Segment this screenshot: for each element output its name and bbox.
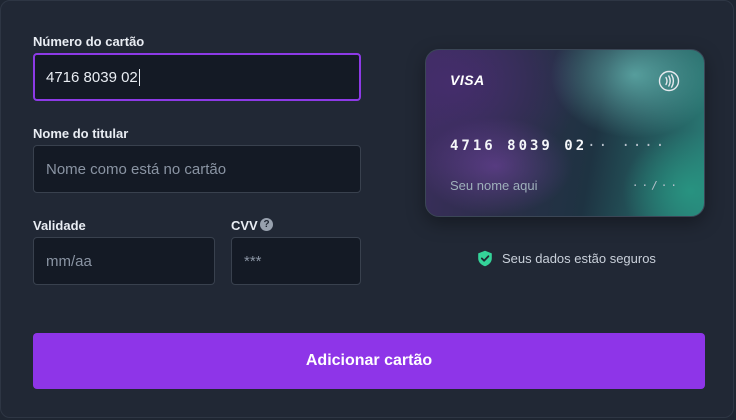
card-preview-holder: Seu nome aqui	[450, 178, 538, 193]
shield-check-icon	[478, 250, 492, 267]
contactless-icon	[658, 70, 680, 92]
text-caret	[138, 68, 140, 86]
card-brand: VISA	[450, 72, 485, 88]
card-number-value: 4716 8039 02	[46, 68, 138, 86]
holder-name-input[interactable]: Nome como está no cartão	[33, 145, 361, 193]
expiry-label: Validade	[33, 218, 86, 233]
card-number-input[interactable]: 4716 8039 02	[33, 53, 361, 101]
card-preview-number: 4716 8039 02·· ····	[450, 138, 667, 154]
cvv-placeholder: ***	[244, 252, 262, 270]
card-number-label: Número do cartão	[33, 34, 145, 49]
holder-name-label: Nome do titular	[33, 126, 129, 141]
security-notice: Seus dados estão seguros	[477, 250, 656, 267]
security-text: Seus dados estão seguros	[502, 251, 656, 266]
expiry-placeholder: mm/aa	[46, 252, 92, 270]
card-number-mask: ·· ····	[587, 138, 668, 154]
add-card-button[interactable]: Adicionar cartão	[33, 333, 705, 389]
card-preview: VISA 4716 8039 02·· ···· Seu nome aqui ·…	[425, 49, 705, 217]
card-number-digits: 4716 8039 02	[450, 138, 588, 154]
expiry-input[interactable]: mm/aa	[33, 237, 215, 285]
cvv-label: CVV	[231, 218, 258, 233]
holder-name-placeholder: Nome como está no cartão	[46, 160, 227, 178]
add-card-panel: Número do cartão 4716 8039 02 Nome do ti…	[0, 0, 734, 418]
card-preview-expiry: ··/··	[631, 179, 680, 192]
help-icon[interactable]: ?	[260, 218, 273, 231]
cvv-input[interactable]: ***	[231, 237, 361, 285]
